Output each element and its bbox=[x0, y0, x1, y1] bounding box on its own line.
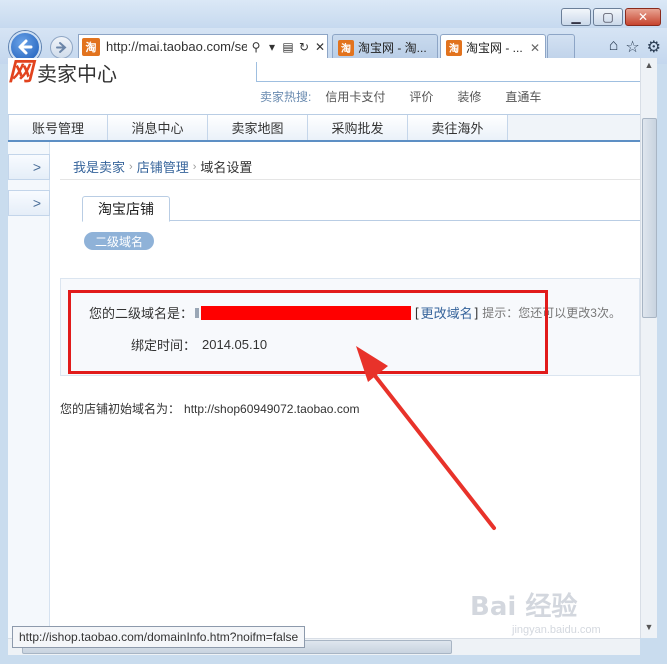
initial-domain-url: http://shop60949072.taobao.com bbox=[184, 402, 360, 416]
left-sidebar: > > bbox=[8, 142, 50, 638]
tab-taobao-2[interactable]: 淘 淘宝网 - ... ✕ bbox=[440, 34, 546, 60]
close-window-button[interactable]: ✕ bbox=[625, 8, 661, 26]
minimize-button[interactable]: ▁ bbox=[561, 8, 591, 26]
stop-icon[interactable]: ✕ bbox=[313, 40, 327, 54]
back-arrow-icon bbox=[18, 39, 33, 55]
tab-close-icon[interactable]: ✕ bbox=[530, 41, 540, 55]
taobao-logo-mark: 网 bbox=[8, 58, 34, 86]
breadcrumb-separator: › bbox=[192, 160, 197, 173]
taobao-favicon-icon: 淘 bbox=[82, 37, 100, 56]
refresh-icon[interactable]: ↻ bbox=[297, 40, 311, 54]
initial-domain-line: 您的店铺初始域名为： http://shop60949072.taobao.com bbox=[60, 400, 360, 417]
url-text[interactable]: http://mai.taobao.com/sell bbox=[106, 39, 247, 54]
breadcrumb-link[interactable]: 店铺管理 bbox=[137, 157, 189, 176]
watermark-sub: jingyan.baidu.com bbox=[512, 624, 601, 636]
forward-arrow-icon bbox=[56, 42, 67, 53]
header-search-box[interactable] bbox=[256, 62, 640, 82]
seller-center-logo[interactable]: 网 卖家中心 bbox=[8, 58, 117, 86]
nav-item-messages[interactable]: 消息中心 bbox=[108, 115, 208, 140]
gear-icon[interactable]: ⚙ bbox=[647, 37, 661, 57]
sidebar-expand-button[interactable]: > bbox=[8, 190, 50, 216]
initial-domain-label: 您的店铺初始域名为： bbox=[60, 402, 181, 416]
nav-item-seller-map[interactable]: 卖家地图 bbox=[208, 115, 308, 140]
hot-search-bar: 卖家热搜: 信用卡支付 评价 装修 直通车 bbox=[260, 88, 565, 105]
hot-search-item[interactable]: 直通车 bbox=[505, 88, 541, 105]
main-nav: 账号管理 消息中心 卖家地图 采购批发 卖往海外 bbox=[8, 114, 640, 142]
taobao-favicon-icon: 淘 bbox=[446, 39, 462, 56]
tab-taobao-shop[interactable]: 淘宝店铺 bbox=[82, 196, 170, 222]
address-tools: ⚲ ▾ ▤ ↻ ✕ bbox=[249, 40, 327, 54]
logo-text: 卖家中心 bbox=[37, 61, 118, 86]
breadcrumb-current: 域名设置 bbox=[200, 160, 253, 175]
breadcrumb-link[interactable]: 我是卖家 bbox=[73, 157, 125, 176]
vertical-scrollbar[interactable]: ▲ ▼ bbox=[640, 58, 657, 638]
hot-search-item[interactable]: 信用卡支付 bbox=[325, 88, 385, 105]
subdomain-pill: 二级域名 bbox=[84, 232, 154, 250]
compat-view-icon[interactable]: ▤ bbox=[281, 40, 295, 54]
baidu-jingyan-watermark: Bai 经验 jingyan.baidu.com bbox=[470, 586, 640, 656]
search-icon[interactable]: ⚲ bbox=[249, 40, 263, 54]
breadcrumb: 我是卖家 › 店铺管理 › 域名设置 bbox=[60, 154, 640, 180]
tab-label: 淘宝网 - ... bbox=[466, 41, 523, 55]
scroll-up-icon[interactable]: ▲ bbox=[641, 60, 657, 74]
nav-item-account[interactable]: 账号管理 bbox=[8, 115, 108, 140]
nav-item-wholesale[interactable]: 采购批发 bbox=[308, 115, 408, 140]
tab-label: 淘宝网 - 淘... bbox=[358, 41, 427, 55]
dropdown-icon[interactable]: ▾ bbox=[265, 40, 279, 54]
nav-item-overseas[interactable]: 卖往海外 bbox=[408, 115, 508, 140]
new-tab-button[interactable] bbox=[547, 34, 575, 60]
scroll-down-icon[interactable]: ▼ bbox=[641, 622, 657, 636]
sidebar-expand-button[interactable]: > bbox=[8, 154, 50, 180]
highlight-frame bbox=[68, 290, 548, 374]
status-bar-url: http://ishop.taobao.com/domainInfo.htm?n… bbox=[12, 626, 306, 648]
forward-button[interactable] bbox=[50, 36, 73, 59]
vertical-scroll-thumb[interactable] bbox=[642, 118, 657, 318]
taobao-favicon-icon: 淘 bbox=[338, 39, 354, 56]
hot-search-title: 卖家热搜: bbox=[260, 90, 312, 104]
hot-search-item[interactable]: 评价 bbox=[409, 88, 433, 105]
toolbar-icons: ⌂ ☆ ⚙ bbox=[609, 37, 661, 57]
tab-taobao-1[interactable]: 淘 淘宝网 - 淘... bbox=[332, 34, 438, 60]
address-bar[interactable]: 淘 http://mai.taobao.com/sell ⚲ ▾ ▤ ↻ ✕ bbox=[78, 34, 328, 59]
maximize-button[interactable]: ▢ bbox=[593, 8, 623, 26]
window-controls: ▁ ▢ ✕ bbox=[561, 8, 661, 26]
watermark-main: Bai 经验 bbox=[470, 592, 578, 622]
breadcrumb-separator: › bbox=[129, 160, 133, 173]
favorites-star-icon[interactable]: ☆ bbox=[625, 37, 639, 57]
home-icon[interactable]: ⌂ bbox=[609, 37, 619, 57]
hot-search-item[interactable]: 装修 bbox=[457, 88, 481, 105]
